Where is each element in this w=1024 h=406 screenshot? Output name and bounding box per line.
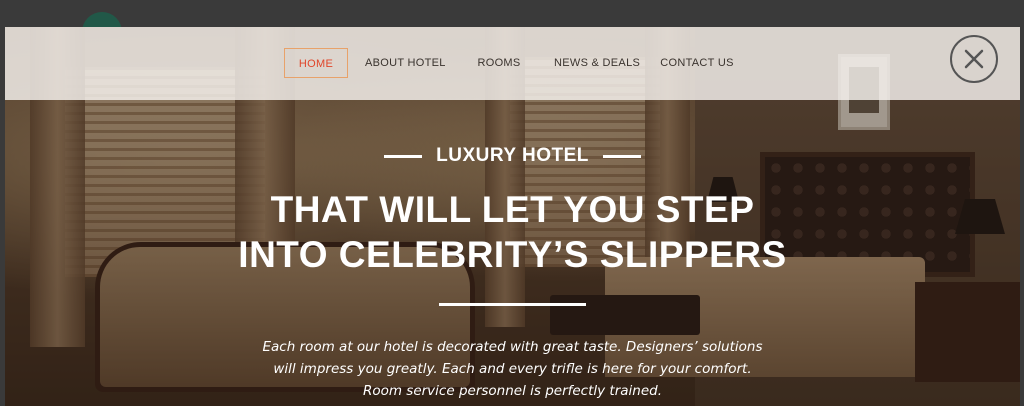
hero-headline: THAT WILL LET YOU STEP INTO CELEBRITY’S … bbox=[5, 187, 1020, 277]
hero-description: Each room at our hotel is decorated with… bbox=[5, 336, 1020, 402]
nav-item-news-deals[interactable]: NEWS & DEALS bbox=[554, 48, 640, 78]
main-navigation: HOME ABOUT HOTEL ROOMS NEWS & DEALS CONT… bbox=[5, 27, 1020, 100]
headline-line-2: INTO CELEBRITY’S SLIPPERS bbox=[238, 234, 787, 275]
hero-divider bbox=[439, 303, 586, 306]
kicker-line-right bbox=[602, 154, 641, 158]
hero-modal: HOME ABOUT HOTEL ROOMS NEWS & DEALS CONT… bbox=[5, 27, 1020, 406]
description-line-3: Room service personnel is perfectly trai… bbox=[362, 383, 663, 399]
nav-item-rooms[interactable]: ROOMS bbox=[474, 48, 524, 78]
hero-kicker: LUXURY HOTEL bbox=[436, 145, 589, 166]
nav-item-contact-us[interactable]: CONTACT US bbox=[660, 48, 734, 78]
close-icon bbox=[964, 49, 984, 69]
close-button[interactable] bbox=[950, 35, 998, 83]
headline-line-1: THAT WILL LET YOU STEP bbox=[270, 189, 755, 230]
nav-item-about-hotel[interactable]: ABOUT HOTEL bbox=[365, 48, 445, 78]
nav-item-home[interactable]: HOME bbox=[284, 48, 348, 78]
description-line-2: will impress you greatly. Each and every… bbox=[273, 361, 752, 377]
description-line-1: Each room at our hotel is decorated with… bbox=[262, 339, 763, 355]
kicker-line-left bbox=[384, 154, 423, 158]
kicker-row: LUXURY HOTEL bbox=[5, 145, 1020, 167]
